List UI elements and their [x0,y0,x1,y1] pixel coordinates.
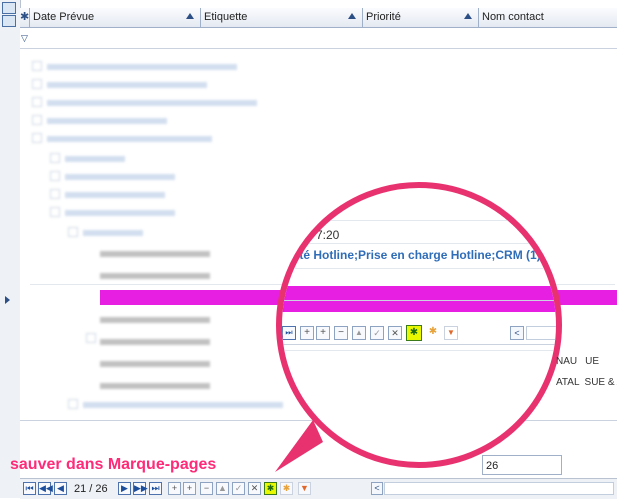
etiquette-group-label: ité Hotline;Prise en charge Hotline;CRM … [296,248,541,262]
cancel-icon[interactable]: ✕ [248,482,261,495]
panel-icon[interactable] [2,2,16,14]
filter-toggle-button[interactable]: ▼ [444,326,458,340]
first-page-button[interactable]: ⏮ [23,482,36,495]
last-page-button[interactable]: ⏭ [282,326,296,340]
page-indicator: 21 / 26 [74,483,108,495]
group-row[interactable] [50,188,180,202]
filter-row[interactable]: ▽ [20,28,617,49]
clear-bookmark-button[interactable]: ✱ [426,326,440,340]
next-page-button[interactable]: ▶ [118,482,131,495]
scroll-left-button[interactable]: < [371,482,383,495]
group-row[interactable] [68,398,298,412]
save-bookmark-button[interactable]: ✱ [406,325,422,341]
edit-record-icon[interactable]: ▲ [216,482,229,495]
column-chooser-icon[interactable]: ✱ [20,8,30,27]
column-header-etiquette[interactable]: Etiquette [201,8,363,27]
add-record-button[interactable]: + [300,326,314,340]
add-record-button[interactable]: + [168,482,181,495]
magnifier-lens: 7:20 ité Hotline;Prise en charge Hotline… [276,182,562,468]
selected-row[interactable] [282,286,556,312]
filter-icon[interactable]: ▽ [21,33,28,44]
clear-bookmark-button[interactable]: ✱ [280,482,293,495]
sort-ascending-icon [464,13,472,19]
insert-record-button[interactable]: + [183,482,196,495]
group-row[interactable] [50,206,190,220]
edit-record-icon[interactable]: ▲ [352,326,366,340]
group-row[interactable] [50,152,140,166]
scroll-left-button[interactable]: < [510,326,524,340]
last-page-button[interactable]: ⏭ [149,482,162,495]
time-cell: 7:20 [316,228,340,242]
contact-text: ATAL [556,377,580,388]
contact-cell: ATAL SUE & A [556,377,617,388]
date-cell [100,270,210,282]
date-cell [100,380,210,392]
left-gutter [0,0,21,498]
delete-record-button[interactable]: − [200,482,213,495]
date-cell [100,314,210,326]
group-row[interactable] [32,96,282,110]
contact-cell: NAU UE [556,356,599,367]
column-header-label: Date Prévue [33,11,95,23]
grid-header: ✱ Date Prévue Etiquette Priorité Nom con… [20,8,617,28]
selected-row[interactable] [562,290,617,305]
save-bookmark-button[interactable]: ✱ [264,482,277,495]
sort-ascending-icon [186,13,194,19]
group-row[interactable] [50,170,190,184]
date-cell [100,358,210,370]
contact-text: UE [585,356,600,367]
group-row[interactable] [32,114,192,128]
previous-page-button[interactable]: ◀ [54,482,67,495]
confirm-icon[interactable]: ✓ [232,482,245,495]
insert-record-button[interactable]: + [316,326,330,340]
horizontal-scrollbar[interactable] [526,326,556,340]
filter-toggle-button[interactable]: ▼ [298,482,311,495]
date-cell [100,248,210,260]
annotation-label: sauver dans Marque-pages [10,456,217,473]
column-header-label: Priorité [366,11,401,23]
cancel-icon[interactable]: ✕ [388,326,402,340]
date-cell [100,336,210,348]
current-row-indicator-icon [5,296,10,304]
column-header-priorite[interactable]: Priorité [363,8,479,27]
horizontal-scrollbar[interactable] [384,482,614,495]
column-header-date[interactable]: Date Prévue [30,8,201,27]
group-row[interactable] [32,78,232,92]
sort-ascending-icon [348,13,356,19]
delete-record-button[interactable]: − [334,326,348,340]
next-page-group-button[interactable]: ▶▶ [133,482,148,495]
group-row[interactable] [32,60,262,74]
contact-text: NAU [556,356,578,367]
confirm-icon[interactable]: ✓ [370,326,384,340]
magnified-toolbar: ⏭ + + − ▲ ✓ ✕ ✱ ✱ ▼ < [282,322,556,345]
panel-icon[interactable] [2,15,16,27]
column-header-label: Nom contact [482,11,544,23]
contact-text: SUE & A [584,377,617,388]
group-row[interactable] [32,132,232,146]
pager-toolbar: ⏮ ◀◀ ◀ 21 / 26 ▶ ▶▶ ⏭ + + − ▲ ✓ ✕ ✱ ✱ ▼ … [20,478,617,499]
group-row[interactable] [68,226,158,240]
column-header-label: Etiquette [204,11,248,23]
previous-page-group-button[interactable]: ◀◀ [38,482,53,495]
column-header-nom-contact[interactable]: Nom contact [479,8,617,27]
